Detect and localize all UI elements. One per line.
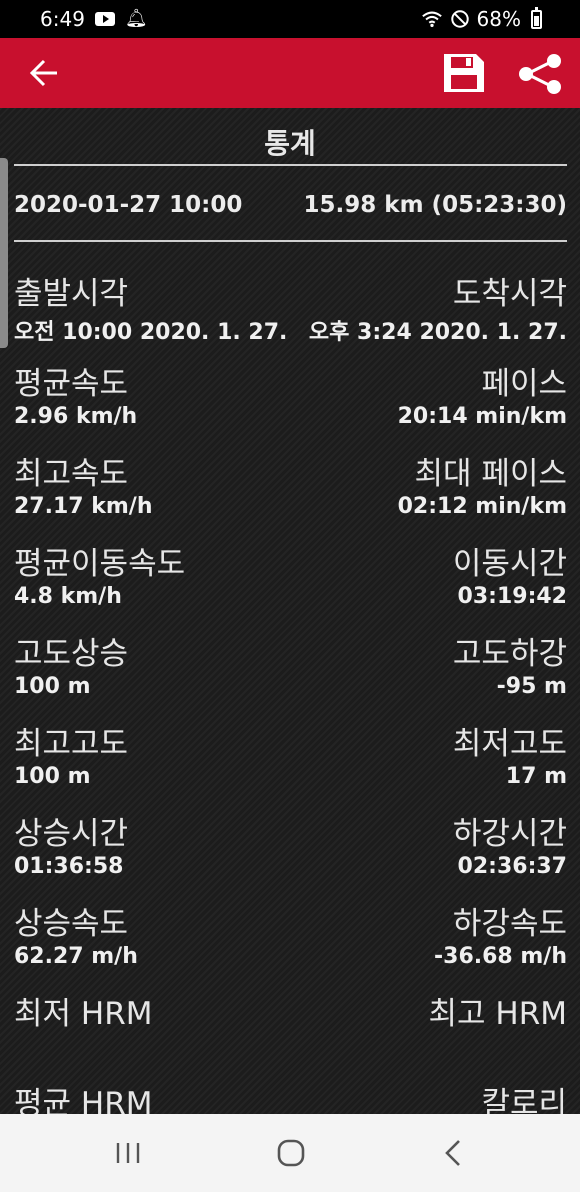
stat-label-descent-time: 하강시간 [452,816,567,852]
stat-label-ascent-speed: 상승속도 [14,906,129,942]
stat-label-max-pace: 최대 페이스 [414,456,567,492]
app-toolbar [0,38,580,108]
stat-row-altitude: 최고고도 100 m 최저고도 17 m [0,718,580,808]
youtube-notification-icon [94,12,115,26]
arrow-back-icon[interactable] [28,56,62,90]
stat-label-min-hrm: 최저 HRM [14,996,153,1032]
stat-value-pace: 20:14 min/km [397,404,567,429]
status-right: 68% [421,6,542,31]
statistics-panel[interactable]: 통계 2020-01-27 10:00 15.98 km (05:23:30) … [0,108,580,1114]
stat-label-ascent-time: 상승시간 [14,816,129,852]
stat-value-moving-time: 03:19:42 [457,584,567,609]
status-bar: 6:49 🔔︎ 68% [0,0,580,38]
stat-label-min-altitude: 최저고도 [452,726,567,762]
stat-label-pace: 페이스 [481,366,567,402]
do-not-disturb-icon [450,10,469,28]
battery-icon [531,6,542,29]
stat-value-max-speed: 27.17 km/h [14,494,153,519]
stat-label-avg-speed: 평균속도 [14,366,129,402]
bell-icon: 🔔︎ [124,8,148,29]
stat-row-max-speed-pace: 최고속도 27.17 km/h 최대 페이스 02:12 min/km [0,448,580,538]
track-date: 2020-01-27 10:00 [14,192,243,218]
stat-label-calories: 칼로리 [481,1086,567,1114]
divider [14,240,567,242]
stat-value-start-time: 오전 10:00 2020. 1. 27. [14,320,288,345]
status-time: 6:49 [40,7,85,31]
stat-label-avg-hrm: 평균 HRM [14,1086,153,1114]
stat-label-moving-time: 이동시간 [452,546,567,582]
stat-label-avg-moving-speed: 평균이동속도 [14,546,186,582]
section-title: 통계 [264,127,316,160]
stat-label-descent-speed: 하강속도 [452,906,567,942]
status-left: 6:49 🔔︎ [40,7,148,31]
stat-value-avg-moving-speed: 4.8 km/h [14,584,122,609]
stat-value-descent-time: 02:36:37 [457,854,567,879]
wifi-icon [421,11,442,28]
stat-label-elevation-loss: 고도하강 [452,636,567,672]
stat-value-max-pace: 02:12 min/km [397,494,567,519]
stat-label-max-speed: 최고속도 [14,456,129,492]
battery-percent: 68% [476,7,521,31]
stat-label-max-hrm: 최고 HRM [428,996,568,1032]
stat-value-elevation-gain: 100 m [14,674,91,699]
stat-row-climb-speed: 상승속도 62.27 m/h 하강속도 -36.68 m/h [0,898,580,988]
nav-back-icon[interactable] [441,1138,465,1168]
stat-row-avg-speed-pace: 평균속도 2.96 km/h 페이스 20:14 min/km [0,358,580,448]
stat-label-arrival-time: 도착시각 [452,276,567,312]
track-distance-duration: 15.98 km (05:23:30) [303,192,567,218]
stat-row-start-arrival: 출발시각 오전 10:00 2020. 1. 27. 도착시각 오후 3:24 … [0,268,580,358]
stat-row-moving: 평균이동속도 4.8 km/h 이동시간 03:19:42 [0,538,580,628]
stat-label-max-altitude: 최고고도 [14,726,129,762]
stat-value-elevation-loss: -95 m [496,674,567,699]
stat-value-arrival-time: 오후 3:24 2020. 1. 27. [308,320,567,345]
stat-value-ascent-time: 01:36:58 [14,854,124,879]
stat-value-descent-speed: -36.68 m/h [434,944,567,969]
share-icon[interactable] [517,53,563,95]
floppy-disk-icon[interactable] [442,52,486,94]
stat-row-climb-time: 상승시간 01:36:58 하강시간 02:36:37 [0,808,580,898]
stat-value-avg-speed: 2.96 km/h [14,404,138,429]
system-nav-bar [0,1114,580,1192]
home-icon[interactable] [276,1138,306,1168]
stat-row-elevation-change: 고도상승 100 m 고도하강 -95 m [0,628,580,718]
recent-apps-icon[interactable] [113,1140,143,1166]
stat-label-elevation-gain: 고도상승 [14,636,129,672]
stat-value-ascent-speed: 62.27 m/h [14,944,138,969]
divider [14,164,567,166]
stat-row-heart-rate: 최저 HRM 최고 HRM [0,988,580,1078]
stat-label-start-time: 출발시각 [14,276,129,312]
stat-value-min-altitude: 17 m [505,764,567,789]
stat-row-avg-hrm-calories: 평균 HRM 칼로리 [0,1078,580,1114]
stat-value-max-altitude: 100 m [14,764,91,789]
